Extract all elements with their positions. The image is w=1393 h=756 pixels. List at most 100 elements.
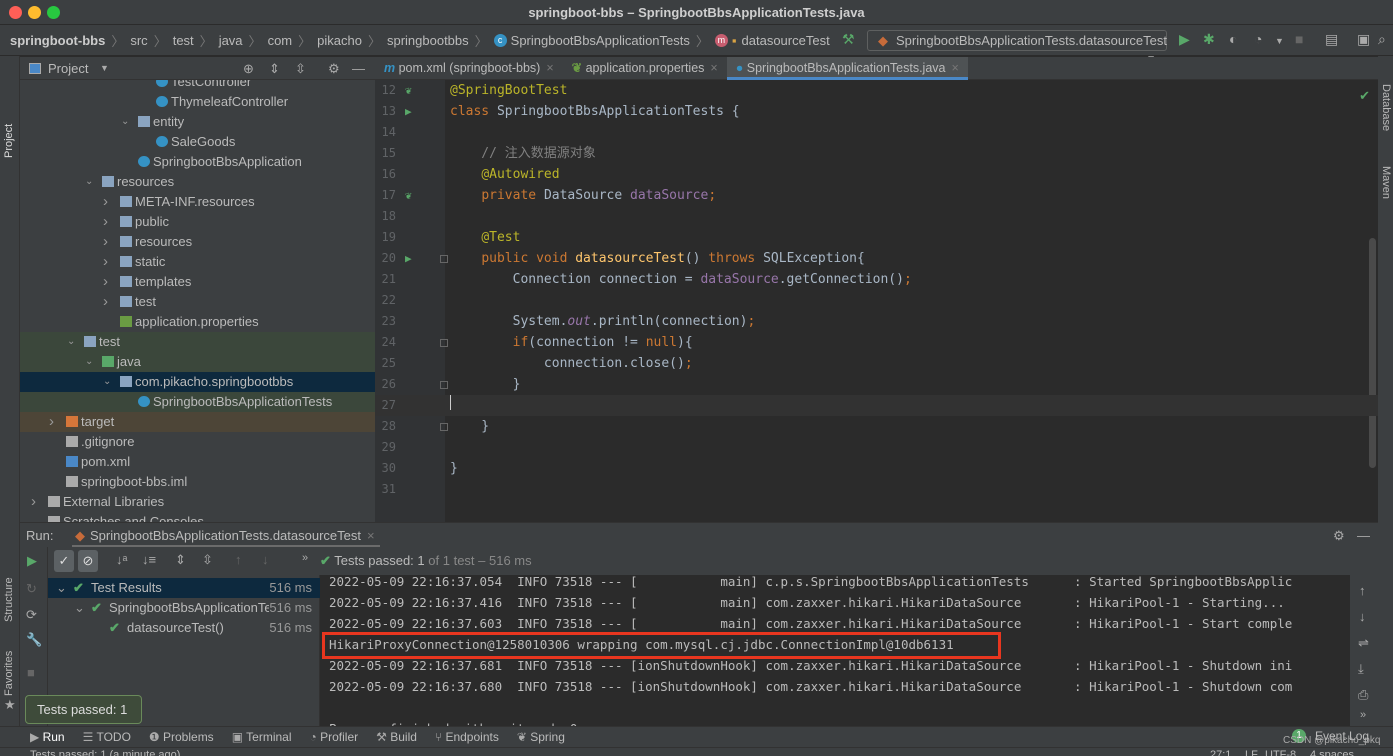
chevron-right-icon[interactable]: › [103,212,108,232]
next-failed-icon[interactable]: ↓ [262,552,269,567]
indent-setting[interactable]: 4 spaces [1310,748,1354,756]
tree-item[interactable]: › static [20,252,375,272]
fold-marker-icon[interactable] [440,255,448,263]
more-run-chevron-icon[interactable]: ▼ [1275,36,1284,46]
tree-item[interactable]: ⌄ entity [20,112,375,132]
breadcrumb-item[interactable]: com [268,33,293,48]
tree-item[interactable]: ⌄ com.pikacho.springbootbbs [20,372,375,392]
code-line[interactable]: 18 [375,206,1378,227]
zoom-window-button[interactable] [47,6,60,19]
project-tool-button[interactable]: Project [3,124,15,158]
minimize-window-button[interactable] [28,6,41,19]
tree-item[interactable]: › target [20,412,375,432]
toggle-auto-test-icon[interactable]: ⟳ [26,607,37,623]
chevron-right-icon[interactable]: › [103,232,108,252]
rerun-icon[interactable]: ▶ [27,553,37,569]
stop-icon[interactable]: ■ [27,665,35,680]
show-ignored-toggle[interactable]: ⊘ [78,550,98,572]
stop-icon[interactable]: ■ [1295,31,1303,47]
collapse-all-icon[interactable]: ⇳ [295,57,306,80]
expand-all-icon[interactable]: ⇕ [269,57,280,80]
code-line[interactable]: 30} [375,458,1378,479]
coverage-icon[interactable]: ◐ [1229,31,1237,47]
wrench-icon[interactable]: 🔧 [26,632,42,648]
tree-item[interactable]: application.properties [20,312,375,332]
tool-window-run[interactable]: ▶ Run [30,730,65,744]
rerun-failed-icon[interactable]: ↻ [26,581,37,597]
terminal-icon[interactable]: ▣ [1357,31,1370,48]
soft-wrap-icon[interactable]: ⇌ [1358,635,1369,651]
run-test-icon[interactable]: ▶ [405,248,412,269]
maven-tool-button[interactable]: Maven [1380,166,1392,199]
collapse-all-icon[interactable]: ⇳ [202,552,213,568]
sort-duration-icon[interactable]: ↓≡ [142,552,156,567]
expand-all-icon[interactable]: ⇕ [175,552,186,568]
fold-marker-icon[interactable] [440,339,448,347]
print-icon[interactable]: ⎙ [1358,687,1368,703]
fold-marker-icon[interactable] [440,381,448,389]
tree-item[interactable]: SpringbootBbsApplicationTests [20,392,375,412]
run-test-icon[interactable]: ▶ [405,101,412,122]
tool-window-build[interactable]: ⚒ Build [376,730,417,744]
test-result-item[interactable]: ⌄ ✔ SpringbootBbsApplicationTests 516 ms [48,598,320,618]
breadcrumb-item[interactable]: java [219,33,243,48]
code-line[interactable]: 29 [375,437,1378,458]
tree-item[interactable]: ThymeleafController [20,92,375,112]
tree-item[interactable]: springboot-bbs.iml [20,472,375,492]
code-editor[interactable]: ✔ 12 ❦ @SpringBootTest 13 ▶ class SpringbootB… [375,80,1378,522]
close-tab-icon[interactable]: × [546,61,553,75]
tree-item[interactable]: › templates [20,272,375,292]
chevron-down-icon[interactable]: ⌄ [74,598,85,618]
previous-failed-icon[interactable]: ↑ [235,552,242,567]
editor-tab[interactable]: m pom.xml (springboot-bbs) × [375,57,563,80]
test-result-item[interactable]: ⌄ ✔ Test Results 516 ms [48,578,320,598]
editor-tab[interactable]: ● SpringbootBbsApplicationTests.java × [726,57,968,80]
chevron-right-icon[interactable]: › [103,272,108,292]
tree-item[interactable]: ⌄ resources [20,172,375,192]
build-hammer-icon[interactable]: ⚒ [842,31,855,48]
project-view-select[interactable]: Project [48,57,88,80]
breadcrumb-item[interactable]: pikacho [317,33,362,48]
code-line[interactable]: 24 if(connection != null){ [375,332,1378,353]
breadcrumb-item[interactable]: datasourceTest [742,33,830,48]
tree-item[interactable]: › test [20,292,375,312]
close-window-button[interactable] [9,6,22,19]
more-icon[interactable]: » [302,552,308,564]
fold-marker-icon[interactable] [440,423,448,431]
breadcrumb-item[interactable]: springboot-bbs [10,33,105,48]
code-line[interactable]: 19 @Test [375,227,1378,248]
caret-position[interactable]: 27:1 [1210,748,1231,756]
tree-item[interactable]: › META-INF.resources [20,192,375,212]
project-structure-icon[interactable]: ▤ [1325,31,1338,48]
chevron-down-icon[interactable]: ⌄ [121,112,129,132]
tree-item[interactable]: › public [20,212,375,232]
code-line[interactable]: 27 [375,395,1378,416]
file-encoding[interactable]: UTF-8 [1265,748,1296,756]
chevron-down-icon[interactable]: ⌄ [103,372,111,392]
tree-item[interactable]: ⌄ java [20,352,375,372]
search-icon[interactable]: ⌕ [1378,31,1386,48]
breadcrumb-item[interactable]: src [130,33,147,48]
editor-tab[interactable]: ❦ application.properties × [563,57,727,80]
tree-item[interactable]: SaleGoods [20,132,375,152]
tree-item[interactable]: ⌄ test [20,332,375,352]
gear-icon[interactable]: ⚙ [1333,523,1345,548]
debug-icon[interactable]: ✱ [1203,31,1215,48]
run-tab[interactable]: ◆ SpringbootBbsApplicationTests.datasourc… [72,523,380,547]
code-line[interactable]: 21 Connection connection = dataSource.ge… [375,269,1378,290]
breadcrumb-item[interactable]: test [173,33,194,48]
gear-icon[interactable]: ⚙ [328,57,340,80]
tool-window-spring[interactable]: ❦ Spring [517,730,565,744]
favorites-tool-button[interactable]: Favorites [3,651,15,696]
chevron-right-icon[interactable]: › [103,252,108,272]
run-configuration-select[interactable]: ◆ SpringbootBbsApplicationTests.datasour… [867,30,1167,65]
database-tool-button[interactable]: Database [1380,84,1392,131]
code-line[interactable]: 20 ▶ public void datasourceTest() throws … [375,248,1378,269]
tree-item[interactable]: › External Libraries [20,492,375,512]
code-line[interactable]: 13 ▶ class SpringbootBbsApplicationTests { [375,101,1378,122]
tree-item[interactable]: › resources [20,232,375,252]
profile-icon[interactable]: ◔ [1254,31,1262,47]
chevron-right-icon[interactable]: › [103,192,108,212]
code-line[interactable]: 15 // 注入数据源对象 [375,143,1378,164]
chevron-down-icon[interactable]: ⌄ [56,578,67,598]
